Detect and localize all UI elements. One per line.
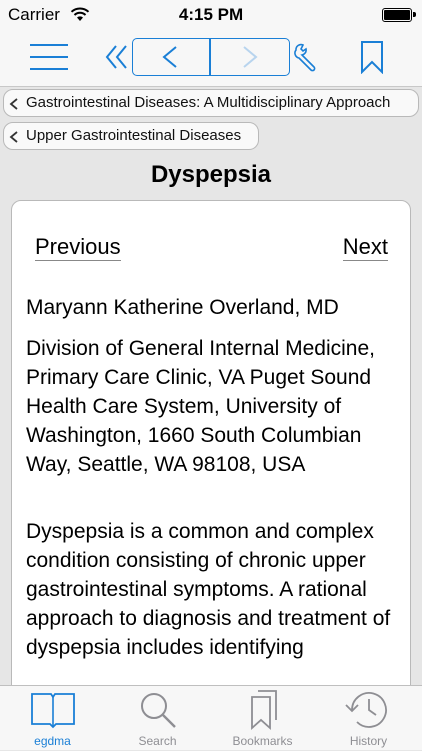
next-link[interactable]: Next — [342, 234, 388, 261]
status-bar: Carrier 4:15 PM — [0, 0, 422, 30]
toolbar — [0, 30, 422, 87]
search-icon — [141, 693, 176, 728]
breadcrumb-label: Upper Gastrointestinal Diseases — [26, 127, 242, 144]
tab-bookmarks[interactable]: Bookmarks — [210, 686, 315, 751]
chevron-left-icon — [9, 131, 18, 143]
back-forward-control — [132, 38, 290, 76]
breadcrumb-section[interactable]: Upper Gastrointestinal Diseases — [3, 122, 259, 150]
breadcrumb-label: Gastrointestinal Diseases: A Multidiscip… — [26, 94, 391, 111]
abstract-text: Dyspepsia is a common and complex condit… — [26, 520, 391, 659]
affiliation-text: Division of General Internal Medicine, P… — [26, 337, 376, 476]
tab-label: History — [349, 734, 388, 748]
back-icon[interactable] — [159, 45, 181, 69]
page-title: Dyspepsia — [150, 161, 272, 188]
tab-search[interactable]: Search — [105, 686, 210, 751]
first-page-icon[interactable] — [105, 44, 129, 70]
content-card: Previous Next Maryann Katherine Overland… — [11, 200, 411, 700]
history-icon — [345, 692, 387, 728]
segment-divider — [209, 39, 211, 75]
tab-label: Search — [138, 734, 177, 748]
wrench-icon[interactable] — [292, 42, 322, 72]
chevron-left-icon — [9, 98, 18, 110]
forward-icon[interactable] — [239, 45, 261, 69]
tab-history[interactable]: History — [315, 686, 422, 751]
menu-icon[interactable] — [30, 42, 68, 72]
bookmark-icon[interactable] — [360, 40, 384, 74]
battery-icon — [382, 8, 416, 22]
tab-egdma[interactable]: egdma — [0, 686, 105, 751]
previous-link[interactable]: Previous — [35, 234, 121, 261]
tab-label: egdma — [34, 734, 71, 748]
book-icon — [31, 693, 75, 729]
bookmarks-icon — [251, 690, 277, 730]
author-text: Maryann Katherine Overland, MD — [26, 296, 339, 319]
tab-label: Bookmarks — [232, 734, 293, 748]
breadcrumb-book[interactable]: Gastrointestinal Diseases: A Multidiscip… — [3, 89, 419, 117]
tab-bar: egdma Search Bookmarks History — [0, 685, 422, 750]
clock: 4:15 PM — [178, 5, 244, 24]
